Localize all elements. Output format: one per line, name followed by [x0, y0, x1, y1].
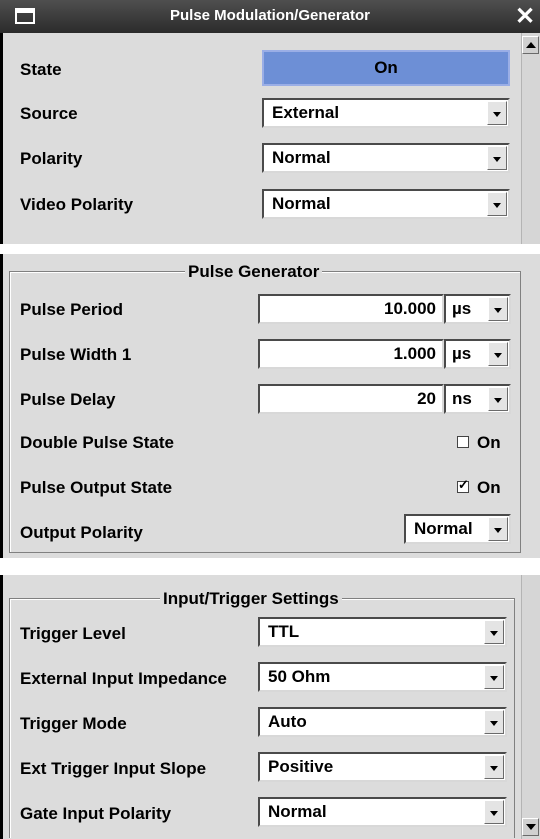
trigger-mode-value: Auto	[268, 712, 307, 731]
polarity-dropdown[interactable]: Normal	[262, 143, 510, 173]
pulse-period-field[interactable]: 10.000	[258, 294, 444, 324]
scroll-up-icon[interactable]	[522, 36, 539, 54]
ext-slope-label: Ext Trigger Input Slope	[20, 759, 207, 778]
pulse-width-unit: µs	[452, 344, 472, 363]
scroll-down-icon[interactable]	[522, 818, 539, 836]
trigger-mode-label: Trigger Mode	[20, 714, 127, 733]
trigger-level-label: Trigger Level	[20, 624, 126, 643]
panel-left-border	[0, 33, 3, 244]
chevron-down-icon[interactable]	[488, 342, 508, 366]
video-polarity-dropdown[interactable]: Normal	[262, 189, 510, 219]
gate-polarity-value: Normal	[268, 802, 327, 821]
chevron-down-icon[interactable]	[487, 192, 507, 216]
pulse-width-value: 1.000	[393, 344, 436, 363]
video-polarity-value: Normal	[272, 194, 331, 213]
window-titlebar: Pulse Modulation/Generator ✕	[0, 0, 540, 33]
double-pulse-label: Double Pulse State	[20, 433, 174, 452]
pulse-width-label: Pulse Width 1	[20, 345, 132, 364]
trigger-level-value: TTL	[268, 622, 300, 641]
source-value: External	[272, 103, 340, 122]
source-label: Source	[20, 104, 78, 123]
output-polarity-dropdown[interactable]: Normal	[404, 514, 511, 544]
chevron-down-icon[interactable]	[484, 710, 504, 734]
polarity-value: Normal	[272, 148, 331, 167]
chevron-down-icon[interactable]	[484, 800, 504, 824]
pulse-delay-value: 20	[417, 389, 436, 408]
pulse-period-unit: µs	[452, 299, 472, 318]
ext-slope-dropdown[interactable]: Positive	[258, 752, 507, 782]
chevron-down-icon[interactable]	[487, 101, 507, 125]
ext-impedance-value: 50 Ohm	[268, 667, 331, 686]
trigger-level-dropdown[interactable]: TTL	[258, 617, 507, 647]
source-dropdown[interactable]: External	[262, 98, 510, 128]
polarity-label: Polarity	[20, 149, 83, 168]
output-polarity-value: Normal	[414, 519, 473, 538]
pulse-output-state-checkbox[interactable]	[457, 477, 469, 493]
chevron-down-icon[interactable]	[488, 297, 508, 321]
ext-impedance-label: External Input Impedance	[20, 669, 227, 688]
panel-scrollbar-track[interactable]	[521, 33, 540, 244]
pulse-delay-field[interactable]: 20	[258, 384, 444, 414]
pulse-period-unit-dropdown[interactable]: µs	[444, 294, 511, 324]
panel-left-border	[0, 575, 3, 839]
pulse-output-state-label: Pulse Output State	[20, 478, 173, 497]
chevron-down-icon[interactable]	[484, 620, 504, 644]
pulse-generator-title: Pulse Generator	[185, 262, 323, 282]
pulse-period-label: Pulse Period	[20, 300, 123, 319]
state-toggle-button[interactable]: On	[262, 50, 510, 86]
trigger-mode-dropdown[interactable]: Auto	[258, 707, 507, 737]
pulse-width-field[interactable]: 1.000	[258, 339, 444, 369]
chevron-down-icon[interactable]	[484, 755, 504, 779]
chevron-down-icon[interactable]	[487, 146, 507, 170]
ext-impedance-dropdown[interactable]: 50 Ohm	[258, 662, 507, 692]
pulse-output-state-checkbox-label: On	[477, 478, 501, 497]
panel-scrollbar-track[interactable]	[521, 575, 540, 839]
pulse-period-value: 10.000	[384, 299, 436, 318]
chevron-down-icon[interactable]	[488, 387, 508, 411]
close-icon[interactable]: ✕	[510, 0, 540, 33]
panel-left-border	[0, 254, 3, 558]
chevron-down-icon[interactable]	[484, 665, 504, 689]
pulse-delay-unit-dropdown[interactable]: ns	[444, 384, 511, 414]
pulse-delay-unit: ns	[452, 389, 472, 408]
ext-slope-value: Positive	[268, 757, 334, 776]
chevron-down-icon[interactable]	[488, 517, 508, 541]
input-trigger-title: Input/Trigger Settings	[160, 589, 342, 609]
output-polarity-label: Output Polarity	[20, 523, 143, 542]
state-label: State	[20, 60, 62, 79]
double-pulse-checkbox-label: On	[477, 433, 501, 452]
gate-polarity-label: Gate Input Polarity	[20, 804, 172, 823]
video-polarity-label: Video Polarity	[20, 195, 134, 214]
gate-polarity-dropdown[interactable]: Normal	[258, 797, 507, 827]
pulse-width-unit-dropdown[interactable]: µs	[444, 339, 511, 369]
pulse-delay-label: Pulse Delay	[20, 390, 116, 409]
double-pulse-checkbox[interactable]	[457, 436, 469, 448]
window-title: Pulse Modulation/Generator	[169, 7, 371, 24]
